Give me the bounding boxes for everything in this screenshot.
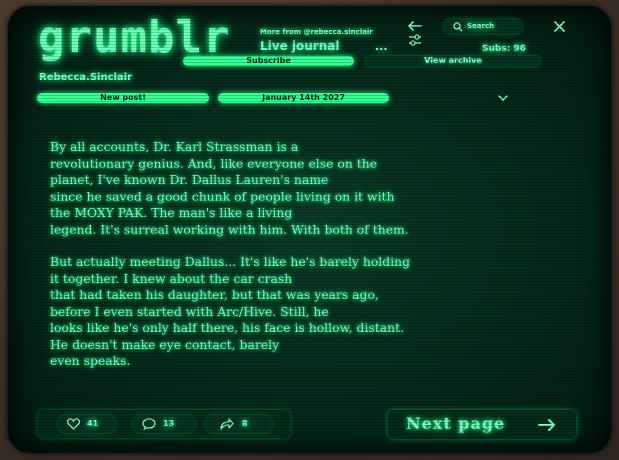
- arrow-right-icon: [538, 419, 556, 431]
- share-icon: [220, 418, 234, 430]
- more-from-label: More from @rebecca.sinclair: [260, 28, 373, 36]
- more-options-button[interactable]: ...: [375, 40, 388, 53]
- arrow-left-icon[interactable]: [408, 21, 422, 31]
- like-count: 41: [87, 419, 99, 428]
- next-page-label: Next page: [406, 414, 506, 433]
- post-line: But actually meeting Dallus... It's like…: [50, 254, 411, 269]
- post-line: that had taken his daughter, but that wa…: [50, 287, 379, 302]
- view-archive-button[interactable]: View archive: [366, 56, 540, 66]
- post-line: since he saved a good chunk of people li…: [50, 188, 395, 204]
- post-line: even speaks.: [50, 353, 131, 368]
- new-post-button[interactable]: New post!: [37, 93, 209, 103]
- crt-screen: grumblr More from @rebecca.sinclair Live…: [8, 6, 611, 453]
- search-input[interactable]: Search: [444, 19, 522, 34]
- post-date-selector[interactable]: January 14th 2027: [218, 93, 389, 103]
- post-line: revolutionary genius. And, like everyone…: [50, 155, 378, 171]
- journal-title: Live journal: [260, 39, 340, 53]
- next-page-button[interactable]: Next page: [388, 410, 576, 439]
- share-button[interactable]: 8: [206, 415, 272, 433]
- post-line: it together. I knew about the car crash: [50, 270, 293, 286]
- chevron-down-icon[interactable]: [498, 95, 508, 102]
- heart-icon: [67, 418, 80, 430]
- subscriber-count: Subs: 96: [482, 44, 526, 54]
- comment-button[interactable]: 13: [133, 415, 195, 433]
- post-paragraph: But actually meeting Dallus... It's like…: [50, 254, 470, 370]
- post-line: before I even started with Arc/Hive. Sti…: [50, 303, 329, 319]
- post-body: By all accounts, Dr. Karl Strassman is a…: [50, 139, 470, 386]
- post-paragraph: By all accounts, Dr. Karl Strassman is a…: [50, 139, 470, 238]
- like-button[interactable]: 41: [58, 415, 116, 433]
- share-count: 8: [242, 419, 248, 428]
- search-label: Search: [467, 22, 495, 30]
- post-line: He doesn't make eye contact, barely: [50, 336, 280, 352]
- close-icon[interactable]: [554, 21, 565, 32]
- sliders-icon[interactable]: [408, 34, 422, 46]
- search-icon: [453, 22, 463, 32]
- post-line: legend. It's surreal working with him. W…: [50, 221, 409, 237]
- device-frame: grumblr More from @rebecca.sinclair Live…: [0, 0, 619, 460]
- comment-count: 13: [163, 419, 175, 428]
- post-line: looks like he's only half there, his fac…: [50, 320, 405, 335]
- post-line: By all accounts, Dr. Karl Strassman is a: [50, 139, 299, 154]
- post-line: planet, I've known Dr. Dallus Lauren's n…: [50, 172, 329, 187]
- subscribe-button[interactable]: Subscribe: [183, 56, 354, 66]
- comment-icon: [142, 418, 156, 430]
- post-line: the MOXY PAK. The man's like a living: [50, 205, 293, 220]
- author-username[interactable]: Rebecca.Sinclair: [39, 72, 132, 83]
